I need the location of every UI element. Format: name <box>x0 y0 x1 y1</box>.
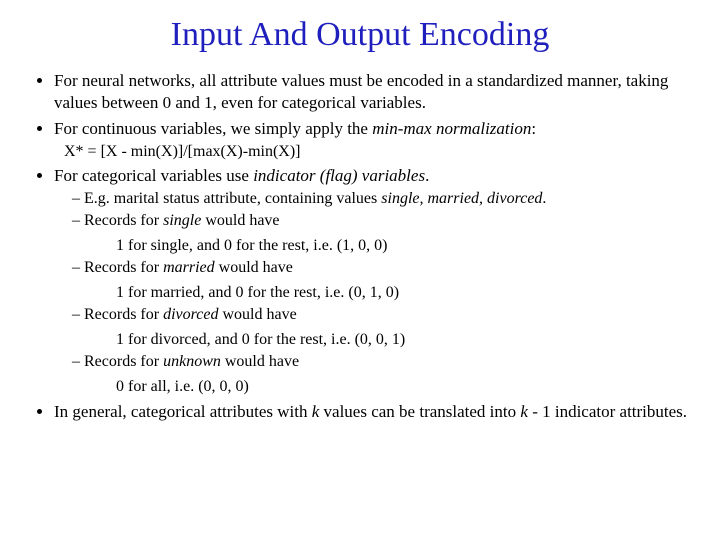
sub-3-a: Records for <box>84 259 163 276</box>
sub-3: Records for married would have <box>72 258 692 278</box>
sub-1: E.g. marital status attribute, containin… <box>72 189 692 209</box>
bullet-1: For neural networks, all attribute value… <box>54 70 692 114</box>
bullet-3-text-c: . <box>425 166 429 185</box>
sub-2-b: single <box>163 212 201 229</box>
sub-4-c: would have <box>218 306 296 323</box>
detail-2: 1 for single, and 0 for the rest, i.e. (… <box>116 236 692 256</box>
bullet-3-text-b: indicator (flag) variables <box>253 166 425 185</box>
bullet-4-d: k <box>520 402 528 421</box>
sub-5-c: would have <box>221 353 299 370</box>
bullet-2: For continuous variables, we simply appl… <box>54 118 692 140</box>
bullet-2-text-c: : <box>531 119 536 138</box>
sub-5-b: unknown <box>163 353 221 370</box>
detail-4: 1 for divorced, and 0 for the rest, i.e.… <box>116 330 692 350</box>
sub-list-4: Records for divorced would have <box>72 305 692 325</box>
sub-2-c: would have <box>201 212 279 229</box>
formula: X* = [X - min(X)]/[max(X)-min(X)] <box>64 143 692 161</box>
sub-4-a: Records for <box>84 306 163 323</box>
sub-2: Records for single would have <box>72 211 692 231</box>
sub-2-a: Records for <box>84 212 163 229</box>
bullet-4-c: values can be translated into <box>319 402 520 421</box>
sub-3-b: married <box>163 259 215 276</box>
bullet-1-text: For neural networks, all attribute value… <box>54 71 668 112</box>
sub-5-a: Records for <box>84 353 163 370</box>
detail-3: 1 for married, and 0 for the rest, i.e. … <box>116 283 692 303</box>
sub-list: E.g. marital status attribute, containin… <box>72 189 692 232</box>
sub-4-b: divorced <box>163 306 218 323</box>
bullet-3-text-a: For categorical variables use <box>54 166 253 185</box>
sub-list-3: Records for married would have <box>72 258 692 278</box>
bullet-2-text-a: For continuous variables, we simply appl… <box>54 119 372 138</box>
sub-1-b: single, married, divorced <box>381 190 542 207</box>
slide-title: Input And Output Encoding <box>28 16 692 54</box>
detail-5: 0 for all, i.e. (0, 0, 0) <box>116 377 692 397</box>
bullet-list-2: For categorical variables use indicator … <box>28 165 692 423</box>
bullet-list: For neural networks, all attribute value… <box>28 70 692 139</box>
bullet-2-text-b: min-max normalization <box>372 119 531 138</box>
sub-3-c: would have <box>215 259 293 276</box>
bullet-4: In general, categorical attributes with … <box>54 401 692 423</box>
slide: Input And Output Encoding For neural net… <box>0 0 720 540</box>
bullet-3: For categorical variables use indicator … <box>54 165 692 397</box>
bullet-4-a: In general, categorical attributes with <box>54 402 312 421</box>
sub-1-c: . <box>542 190 546 207</box>
sub-1-a: E.g. marital status attribute, containin… <box>84 190 381 207</box>
sub-list-5: Records for unknown would have <box>72 352 692 372</box>
sub-5: Records for unknown would have <box>72 352 692 372</box>
bullet-4-e: - 1 indicator attributes. <box>528 402 687 421</box>
sub-4: Records for divorced would have <box>72 305 692 325</box>
